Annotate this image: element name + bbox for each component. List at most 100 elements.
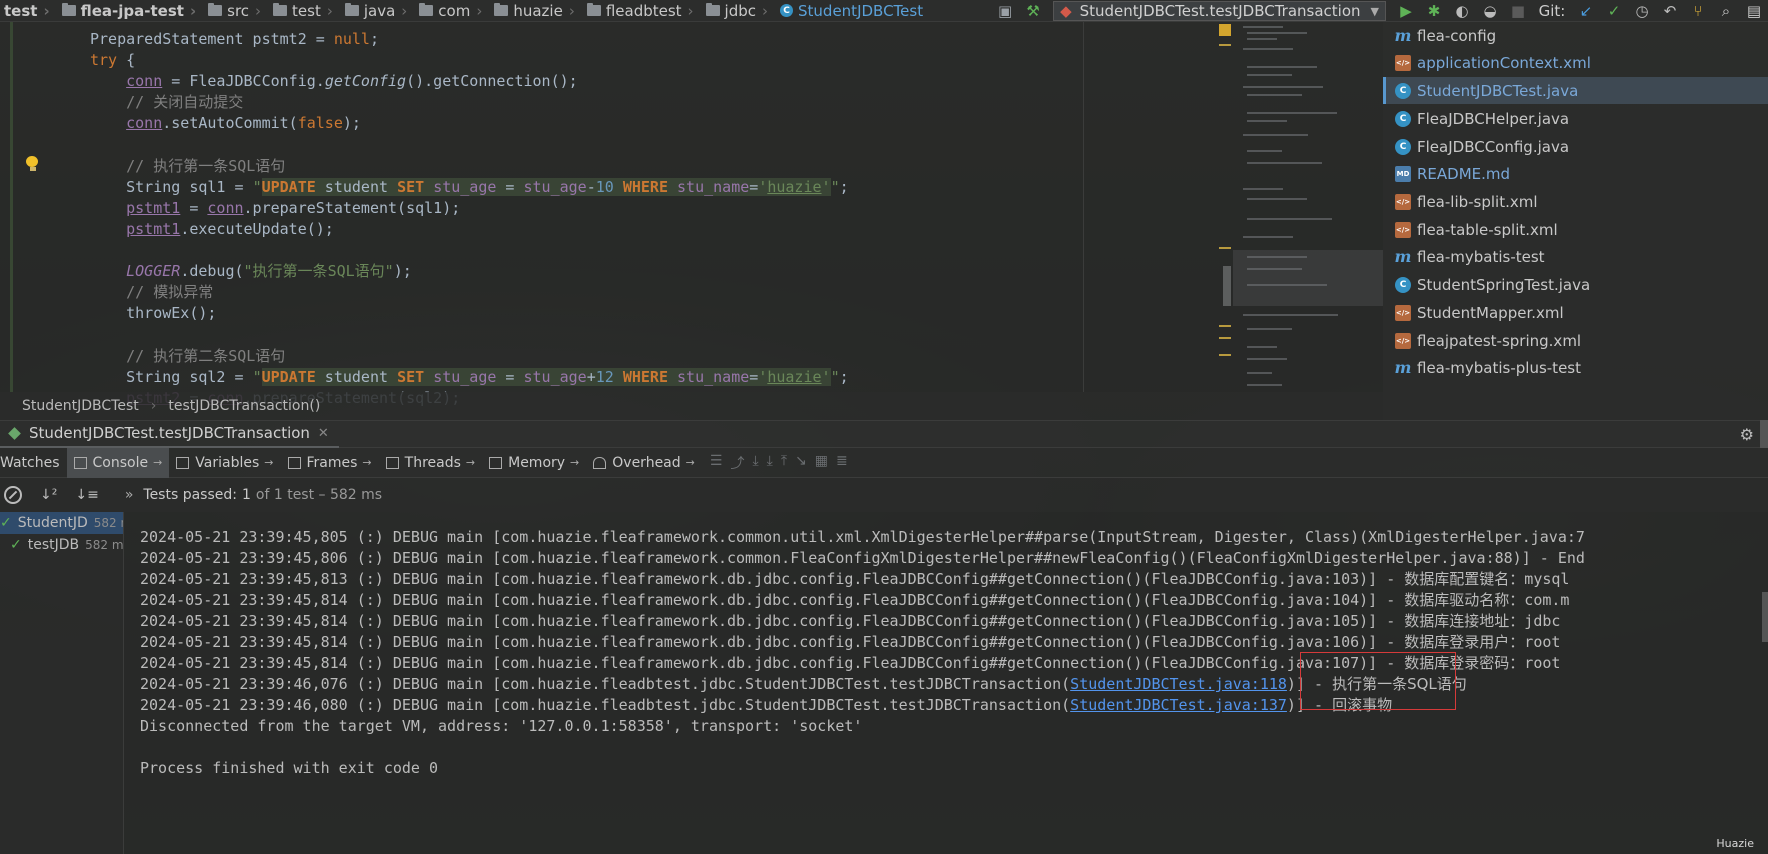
step-over-icon[interactable]: ⤓ — [752, 453, 758, 473]
console-line: 2024-05-21 23:39:46,080 (:) DEBUG main [… — [140, 696, 1393, 714]
test-results-tree[interactable]: ✓ StudentJD 582 ms ✓ testJDB 582 ms — [0, 512, 124, 854]
search-everywhere-icon[interactable]: ⌕ — [1712, 0, 1740, 22]
tree-item[interactable]: MD README.md — [1383, 160, 1768, 187]
chevron-right-icon[interactable]: » — [125, 487, 134, 503]
editor-breadcrumb: StudentJDBCTest › testJDBCTransaction() — [0, 392, 1383, 420]
debug-icon[interactable]: ✱ — [1420, 0, 1448, 22]
source-link[interactable]: StudentJDBCTest.java:137 — [1070, 696, 1287, 714]
tree-item[interactable]: C StudentSpringTest.java — [1383, 271, 1768, 298]
show-execution-point-icon[interactable]: ⤴ — [730, 453, 744, 473]
source-link[interactable]: StudentJDBCTest.java:118 — [1070, 675, 1287, 693]
tree-item-selected[interactable]: C StudentJDBCTest.java — [1383, 77, 1768, 104]
code-line-7: // 执行第一条SQL语句 — [90, 156, 286, 175]
tool-window-scrollbar[interactable] — [1760, 420, 1768, 448]
test-status-bar: ↓² ↓≡ » Tests passed: 1 of 1 test – 582 … — [0, 478, 1768, 512]
git-rollback-icon[interactable]: ↶ — [1656, 0, 1684, 22]
hammer-icon[interactable]: ⚒ — [1019, 0, 1047, 22]
tests-passed-label: Tests passed: — [143, 487, 237, 503]
tree-item[interactable]: </> StudentMapper.xml — [1383, 299, 1768, 326]
coverage-icon[interactable]: ◐ — [1448, 0, 1476, 22]
pin-icon[interactable]: → — [362, 456, 371, 469]
build-project-icon[interactable]: ▣ — [991, 0, 1019, 22]
pin-icon[interactable]: → — [570, 456, 579, 469]
breadcrumb-method-name[interactable]: testJDBCTransaction() — [168, 398, 320, 414]
console-line: 2024-05-21 23:39:45,805 (:) DEBUG main [… — [140, 528, 1585, 546]
sort-alpha-icon[interactable]: ↓² — [40, 487, 57, 503]
module-icon: m — [1394, 26, 1412, 45]
module-icon: m — [1394, 247, 1412, 266]
code-editor[interactable]: PreparedStatement pstmt2 = null; try { c… — [0, 22, 1383, 407]
tab-watches[interactable]: Watches — [0, 448, 67, 478]
code-line-1: PreparedStatement pstmt2 = null; — [90, 30, 379, 49]
markdown-icon: MD — [1395, 165, 1411, 182]
git-commit-icon[interactable]: ✓ — [1600, 0, 1628, 22]
code-line-13: // 模拟异常 — [90, 283, 214, 302]
error-stripe[interactable] — [1215, 22, 1235, 392]
step-into-icon[interactable]: ⤓ — [767, 453, 773, 473]
run-configuration-select[interactable]: ◆ StudentJDBCTest.testJDBCTransaction ▼ — [1053, 1, 1386, 21]
menu-icon[interactable]: ☰ — [710, 453, 723, 473]
pin-icon[interactable]: → — [153, 456, 162, 469]
tree-item[interactable]: m flea-mybatis-test — [1383, 243, 1768, 270]
ide-logo-icon[interactable]: ▤ — [1740, 0, 1768, 22]
lightbulb-icon[interactable] — [26, 156, 39, 171]
minimap-viewport[interactable] — [1233, 250, 1383, 306]
editor-gutter[interactable] — [0, 22, 50, 392]
console-output[interactable]: 2024-05-21 23:39:45,805 (:) DEBUG main [… — [124, 512, 1768, 854]
code-line-4: // 关闭自动提交 — [90, 93, 244, 112]
breadcrumb-class-name[interactable]: StudentJDBCTest — [22, 398, 139, 414]
pin-icon[interactable]: → — [466, 456, 475, 469]
evaluate-icon[interactable]: ▦ — [815, 453, 828, 473]
git-history-icon[interactable]: ◷ — [1628, 0, 1656, 22]
console-scrollbar[interactable] — [1762, 592, 1768, 642]
console-icon — [73, 456, 87, 469]
tree-item[interactable]: m flea-config — [1383, 22, 1768, 49]
run-icon[interactable]: ▶ — [1392, 0, 1420, 22]
code-content[interactable]: PreparedStatement pstmt2 = null; try { c… — [90, 8, 849, 430]
memory-icon — [489, 456, 503, 469]
code-line-16: // 执行第二条SQL语句 — [90, 346, 286, 365]
tree-item[interactable]: </> flea-lib-split.xml — [1383, 188, 1768, 215]
tab-threads[interactable]: Threads → — [379, 448, 482, 478]
check-icon: ✓ — [0, 515, 12, 531]
tree-item[interactable]: C FleaJDBCHelper.java — [1383, 105, 1768, 132]
run-to-cursor-icon[interactable]: ↘ — [795, 453, 807, 473]
trace-icon[interactable]: ≣ — [836, 453, 848, 473]
sort-duration-icon[interactable]: ↓≡ — [75, 487, 98, 503]
git-branch-icon[interactable]: ⑂ — [1684, 0, 1712, 22]
tree-item[interactable]: </> applicationContext.xml — [1383, 49, 1768, 76]
git-update-icon[interactable]: ↙ — [1572, 0, 1600, 22]
warning-indicator-icon[interactable] — [1219, 24, 1231, 36]
tab-frames[interactable]: Frames → — [281, 448, 379, 478]
breadcrumb-test[interactable]: test › — [0, 2, 58, 20]
project-tree[interactable]: m flea-config </> applicationContext.xml C… — [1383, 22, 1768, 420]
xml-icon: </> — [1395, 304, 1411, 321]
console-line: Process finished with exit code 0 — [140, 759, 439, 777]
stop-icon[interactable]: ■ — [1504, 0, 1532, 22]
right-margin-guide — [1083, 22, 1084, 392]
run-session-tab[interactable]: StudentJDBCTest.testJDBCTransaction ✕ — [0, 420, 339, 448]
tab-memory[interactable]: Memory → — [482, 448, 586, 478]
tree-item[interactable]: m flea-mybatis-plus-test — [1383, 354, 1768, 381]
tab-console[interactable]: Console → — [66, 447, 170, 478]
chevron-down-icon: ▼ — [1370, 4, 1379, 18]
pin-icon[interactable]: → — [264, 456, 273, 469]
code-line-8: String sql1 = "UPDATE student SET stu_ag… — [90, 177, 849, 196]
stop-test-icon[interactable] — [4, 486, 22, 504]
test-case-row[interactable]: ✓ testJDB 582 ms — [0, 534, 123, 556]
code-minimap[interactable] — [1233, 22, 1383, 392]
test-suite-row[interactable]: ✓ StudentJD 582 ms — [0, 512, 123, 534]
step-out-icon[interactable]: ⤒ — [781, 453, 787, 473]
editor-scrollbar-thumb[interactable] — [1223, 266, 1231, 306]
tree-item[interactable]: C FleaJDBCConfig.java — [1383, 133, 1768, 160]
gear-icon[interactable]: ⚙ — [1740, 425, 1754, 444]
tree-item[interactable]: </> flea-table-split.xml — [1383, 216, 1768, 243]
frames-icon — [287, 456, 301, 469]
profiler-icon[interactable]: ◒ — [1476, 0, 1504, 22]
pin-icon[interactable]: → — [686, 456, 695, 469]
tree-item[interactable]: </> fleajpatest-spring.xml — [1383, 327, 1768, 354]
tab-variables[interactable]: Variables → — [169, 448, 280, 478]
close-icon[interactable]: ✕ — [318, 426, 329, 441]
module-icon: m — [1394, 358, 1412, 377]
tab-overhead[interactable]: Overhead → — [586, 448, 702, 478]
